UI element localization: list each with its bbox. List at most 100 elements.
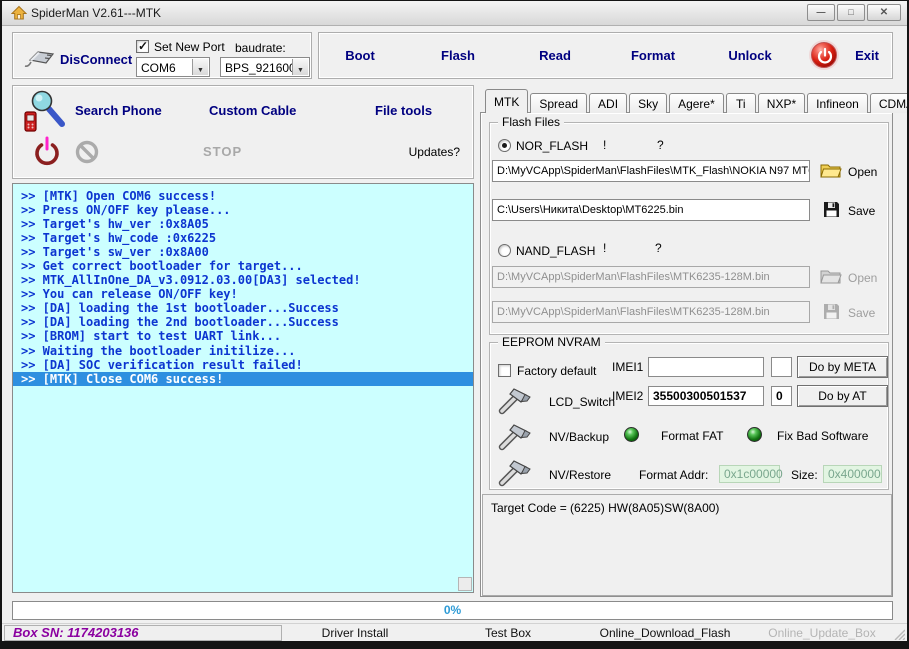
factory-default-label: Factory default <box>517 364 597 378</box>
port-dropdown-button[interactable]: ▼ <box>192 59 208 75</box>
updates-link[interactable]: Updates? <box>409 145 460 159</box>
tab-adi[interactable]: ADI <box>589 93 628 113</box>
imei1-input[interactable] <box>648 357 764 377</box>
log-console[interactable]: >> [MTK] Open COM6 success! >> Press ON/… <box>12 183 474 593</box>
app-window: SpiderMan V2.61---MTK — □ ✕ DisConnect ✓… <box>0 0 909 649</box>
set-new-port-label: Set New Port <box>154 40 225 54</box>
imei2-input[interactable]: 35500300501537 <box>648 386 764 406</box>
nor-save-button[interactable]: Save <box>848 204 875 218</box>
maximize-button[interactable]: □ <box>837 4 865 21</box>
tab-nxp[interactable]: NXP* <box>757 93 806 113</box>
nv-restore-button[interactable]: NV/Restore <box>540 461 612 485</box>
power-off-icon[interactable] <box>33 136 61 166</box>
baudrate-combobox[interactable]: BPS_921600 ▼ <box>220 57 310 77</box>
format-addr-label: Format Addr: <box>639 468 709 482</box>
open-folder-icon[interactable] <box>820 162 842 179</box>
log-line[interactable]: >> Get correct bootloader for target... <box>13 259 473 273</box>
flash-button[interactable]: Flash <box>441 48 475 63</box>
close-button[interactable]: ✕ <box>867 4 901 21</box>
cancel-prohibition-icon[interactable] <box>74 139 100 165</box>
custom-cable-button[interactable]: Custom Cable <box>209 103 296 118</box>
nand-warning-link[interactable]: ! <box>603 241 606 255</box>
tab-infineon[interactable]: Infineon <box>807 93 868 113</box>
format-fat-button[interactable]: Format FAT <box>624 427 734 447</box>
imei1-flag-input[interactable] <box>771 357 792 377</box>
tab-spread[interactable]: Spread <box>530 93 588 113</box>
box-sn-panel: Box SN: 1174203136 <box>4 625 282 641</box>
nand-help-link[interactable]: ? <box>655 241 662 255</box>
log-line[interactable]: >> [DA] loading the 2nd bootloader...Suc… <box>13 315 473 329</box>
do-by-at-button[interactable]: Do by AT <box>797 385 888 407</box>
format-addr-field[interactable]: 0x1c00000 <box>719 465 783 483</box>
exit-button[interactable]: Exit <box>855 48 879 63</box>
size-field[interactable]: 0x400000 <box>823 465 882 483</box>
chevron-down-icon: ▼ <box>197 67 204 74</box>
log-line[interactable]: >> Waiting the bootloader initilize... <box>13 344 473 358</box>
set-new-port-checkbox[interactable]: ✓ <box>136 39 149 53</box>
connector-icon <box>24 51 55 67</box>
port-combobox[interactable]: COM6 ▼ <box>136 57 210 77</box>
fix-bad-software-button[interactable]: Fix Bad Software <box>747 427 882 447</box>
lcd-switch-button[interactable]: LCD_Switch <box>540 388 615 412</box>
nor-warning-link[interactable]: ! <box>603 138 606 152</box>
driver-install-button[interactable]: Driver Install <box>322 626 389 640</box>
tab-mtk[interactable]: MTK <box>485 89 529 113</box>
nv-backup-button[interactable]: NV/Backup <box>540 423 610 447</box>
do-by-meta-button[interactable]: Do by META <box>797 356 888 378</box>
test-box-button[interactable]: Test Box <box>485 626 531 640</box>
file-tools-button[interactable]: File tools <box>375 103 432 118</box>
search-phone-button[interactable]: Search Phone <box>75 103 162 118</box>
exit-power-icon[interactable] <box>811 42 837 68</box>
log-line[interactable]: >> Target's sw_ver :0x8A00 <box>13 245 473 259</box>
connection-group: DisConnect ✓ Set New Port COM6 ▼ baudrat… <box>12 32 312 79</box>
online-download-flash-button[interactable]: Online_Download_Flash <box>600 626 731 640</box>
imei2-flag-input[interactable]: 0 <box>771 386 792 406</box>
tab-cdma[interactable]: CDMA <box>869 93 907 113</box>
titlebar: SpiderMan V2.61---MTK — □ ✕ <box>2 1 907 26</box>
mtk-tab-panel: Flash Files NOR_FLASH ! ? D:\MyVCApp\Spi… <box>480 112 893 597</box>
nand-flash-label[interactable]: NAND_FLASH <box>516 244 595 258</box>
read-button[interactable]: Read <box>539 48 571 63</box>
boot-button[interactable]: Boot <box>345 48 375 63</box>
resize-grip-icon[interactable] <box>892 627 905 640</box>
minimize-button[interactable]: — <box>807 4 835 21</box>
baudrate-dropdown-button[interactable]: ▼ <box>292 59 308 75</box>
nand-open-path-field: D:\MyVCApp\SpiderMan\FlashFiles\MTK6235-… <box>492 266 810 288</box>
unlock-button[interactable]: Unlock <box>728 48 771 63</box>
stop-button: STOP <box>203 144 243 159</box>
tab-sky[interactable]: Sky <box>629 93 668 113</box>
flash-files-group: Flash Files NOR_FLASH ! ? D:\MyVCApp\Spi… <box>489 115 889 335</box>
log-line[interactable]: >> Target's hw_ver :0x8A05 <box>13 217 473 231</box>
log-line[interactable]: >> Press ON/OFF key please... <box>13 203 473 217</box>
log-line[interactable]: >> You can release ON/OFF key! <box>13 287 473 301</box>
log-line[interactable]: >> [DA] loading the 1st bootloader...Suc… <box>13 301 473 315</box>
nand-open-button: Open <box>848 271 878 285</box>
nor-save-path-field[interactable]: C:\Users\Никита\Desktop\MT6225.bin <box>492 199 810 221</box>
log-line-selected[interactable]: >> [MTK] Close COM6 success! <box>13 371 473 386</box>
tab-agere[interactable]: Agere* <box>669 93 724 113</box>
format-fat-led-icon <box>624 427 639 442</box>
log-line[interactable]: >> [MTK] Open COM6 success! <box>13 189 473 203</box>
factory-default-checkbox[interactable] <box>498 364 511 377</box>
log-line[interactable]: >> Target's hw_code :0x6225 <box>13 231 473 245</box>
disconnect-button[interactable]: DisConnect <box>60 52 132 67</box>
baudrate-label: baudrate: <box>235 41 286 55</box>
log-line[interactable]: >> MTK_AllInOne_DA_v3.0912.03.00[DA3] se… <box>13 273 473 287</box>
log-line[interactable]: >> [DA] SOC verification result failed! <box>13 358 473 372</box>
hammer-icon <box>498 460 531 487</box>
format-button[interactable]: Format <box>631 48 675 63</box>
nor-help-link[interactable]: ? <box>657 138 664 152</box>
nor-open-button[interactable]: Open <box>848 165 877 179</box>
nor-open-path-field[interactable]: D:\MyVCApp\SpiderMan\FlashFiles\MTK_Flas… <box>492 160 810 182</box>
client-area: SpiderMan V2.61---MTK — □ ✕ DisConnect ✓… <box>2 1 907 641</box>
nor-flash-radio[interactable] <box>498 139 511 152</box>
app-home-icon <box>11 5 27 20</box>
search-phone-icon[interactable] <box>21 90 67 136</box>
lcd-switch-label: LCD_Switch <box>549 395 616 409</box>
maximize-icon: □ <box>848 7 854 17</box>
nand-flash-radio[interactable] <box>498 244 511 257</box>
tab-ti[interactable]: Ti <box>725 93 756 113</box>
nor-flash-label[interactable]: NOR_FLASH <box>516 139 588 153</box>
save-floppy-icon[interactable] <box>823 201 840 218</box>
log-line[interactable]: >> [BROM] start to test UART link... <box>13 329 473 343</box>
